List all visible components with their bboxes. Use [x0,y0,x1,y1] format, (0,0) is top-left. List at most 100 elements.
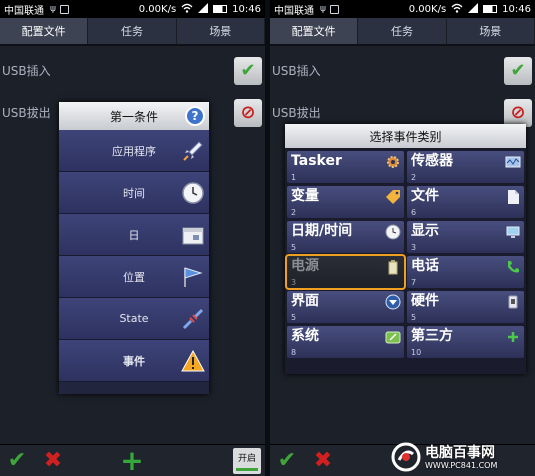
rocket-icon [183,141,203,161]
category-display[interactable]: 显示 3 [407,221,524,253]
condition-time[interactable]: 时间 [59,172,209,214]
bottom-toolbar: ✔ ✖ + 开启 [0,444,265,476]
system-icon [385,331,401,344]
signal-icon [468,2,479,16]
app-notification-icon [329,4,339,14]
main-tabs: 配置文件 任务 场景 [0,18,265,46]
usb-icon: ψ [50,4,56,14]
device-icon [508,295,518,309]
condition-label: 位置 [123,270,145,284]
profile-label: USB拔出 [2,106,51,120]
clock-time: 10:46 [232,3,261,15]
wifi-icon [451,3,463,16]
tab-scenes[interactable]: 场景 [177,18,265,44]
category-system[interactable]: 系统 8 [287,326,404,358]
chevron-down-icon [385,294,401,310]
enable-toggle[interactable]: 开启 [233,448,261,474]
category-count: 8 [291,348,297,357]
profile-label: USB插入 [272,64,321,78]
clock-time: 10:46 [502,3,531,15]
check-icon[interactable]: ✔ [234,57,262,85]
category-count: 5 [411,313,417,322]
category-ui[interactable]: 界面 5 [287,291,404,323]
tab-tasks[interactable]: 任务 [358,18,447,44]
confirm-icon[interactable]: ✔ [4,448,30,474]
tab-profiles[interactable]: 配置文件 [0,18,89,44]
condition-label: 日 [128,228,140,242]
confirm-icon[interactable]: ✔ [274,448,300,474]
notification-icons: ψ [50,4,69,14]
battery-icon [388,260,398,275]
profile-row-usb-plug[interactable]: USB插入 ✔ [0,56,265,86]
condition-day[interactable]: 日 [59,214,209,256]
category-count: 10 [411,348,422,357]
tab-tasks[interactable]: 任务 [88,18,177,44]
condition-label: State [119,312,149,325]
clock-icon [385,224,401,240]
category-sensor[interactable]: 传感器 2 [407,151,524,183]
tag-icon [386,190,400,204]
plug-icon [182,308,204,330]
gear-icon [387,156,399,168]
left-screen: 中国联通 ψ 0.00K/s 10:46 配置文件 任务 场景 USB插入 ✔ … [0,0,265,476]
category-count: 2 [411,173,417,182]
category-phone[interactable]: 电话 7 [407,256,524,288]
condition-app[interactable]: 应用程序 [59,130,209,172]
category-count: 6 [411,208,417,217]
status-right: 0.00K/s 10:46 [408,2,531,16]
watermark-text: 电脑百事网 WWW.PC841.COM [425,445,497,470]
category-datetime[interactable]: 日期/时间 5 [287,221,404,253]
category-grid: Tasker 1 传感器 2 变量 2 文件 6 日期/时间 5 显示 3 电源… [285,148,526,361]
dialog-title-text: 第一条件 [109,109,158,124]
help-icon[interactable]: ? [185,106,205,126]
signal-icon [198,2,209,16]
first-condition-dialog: 第一条件 ? 应用程序 时间 日 位置 State 事件 [59,102,209,394]
sensor-icon [505,156,521,168]
condition-label: 应用程序 [112,144,156,158]
profile-label: USB拔出 [272,106,321,120]
warning-icon [181,349,205,372]
notification-icons: ψ [320,4,339,14]
watermark-url: WWW.PC841.COM [425,460,498,470]
app-notification-icon [59,4,69,14]
close-icon[interactable]: ✖ [310,448,336,474]
category-count: 3 [411,243,417,252]
main-tabs: 配置文件 任务 场景 [270,18,535,46]
close-icon[interactable]: ✖ [40,448,66,474]
condition-label: 时间 [123,186,145,200]
tab-profiles[interactable]: 配置文件 [270,18,359,44]
category-count: 7 [411,278,417,287]
condition-location[interactable]: 位置 [59,256,209,298]
category-variable[interactable]: 变量 2 [287,186,404,218]
condition-label: 事件 [123,354,145,368]
network-speed: 0.00K/s [408,3,447,15]
tab-scenes[interactable]: 场景 [447,18,535,44]
category-file[interactable]: 文件 6 [407,186,524,218]
battery-status-icon [483,5,498,13]
monitor-icon [506,226,520,238]
category-third-party[interactable]: 第三方 10 [407,326,524,358]
stop-icon[interactable]: ⊘ [504,99,532,127]
category-count: 2 [291,208,297,217]
dialog-title: 选择事件类别 [285,124,526,148]
dialog-title: 第一条件 ? [59,102,209,130]
site-logo-icon [391,442,421,472]
clock-icon [182,182,204,204]
network-speed: 0.00K/s [138,3,177,15]
plus-icon [508,332,518,342]
usb-icon: ψ [320,4,326,14]
condition-event[interactable]: 事件 [59,340,209,382]
category-power[interactable]: 电源 3 [285,254,406,290]
carrier-label: 中国联通 [4,5,44,17]
category-hardware[interactable]: 硬件 5 [407,291,524,323]
profile-row-usb-plug[interactable]: USB插入 ✔ [270,56,535,86]
category-tasker[interactable]: Tasker 1 [287,151,404,183]
category-count: 3 [291,278,297,287]
profile-label: USB插入 [2,64,51,78]
condition-state[interactable]: State [59,298,209,340]
add-icon[interactable]: + [119,447,145,475]
check-icon[interactable]: ✔ [504,57,532,85]
stop-icon[interactable]: ⊘ [234,99,262,127]
category-count: 5 [291,243,297,252]
flag-icon [184,267,203,287]
